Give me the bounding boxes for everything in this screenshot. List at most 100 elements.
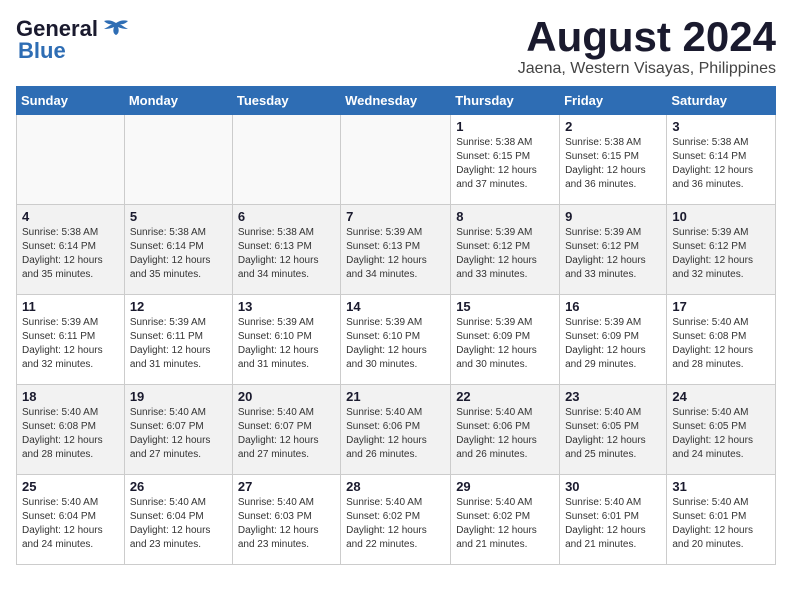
col-header-friday: Friday — [560, 87, 667, 115]
logo-bird-icon — [102, 19, 130, 39]
day-info: Sunrise: 5:39 AM Sunset: 6:10 PM Dayligh… — [346, 316, 445, 372]
day-number: 28 — [346, 479, 445, 494]
day-cell: 31 Sunrise: 5:40 AM Sunset: 6:01 PM Dayli… — [667, 475, 776, 565]
day-cell: 9Sunrise: 5:39 AM Sunset: 6:12 PM Daylig… — [560, 205, 667, 295]
day-info: Sunrise: 5:40 AM Sunset: 6:02 PM Dayligh… — [346, 496, 445, 552]
col-header-tuesday: Tuesday — [232, 87, 340, 115]
day-number: 27 — [238, 479, 335, 494]
day-number: 22 — [456, 389, 554, 404]
calendar-table: SundayMondayTuesdayWednesdayThursdayFrid… — [16, 86, 776, 565]
day-info: Sunrise: 5:39 AM Sunset: 6:10 PM Dayligh… — [238, 316, 335, 372]
day-number: 31 — [672, 479, 770, 494]
day-number: 16 — [565, 299, 661, 314]
col-header-monday: Monday — [124, 87, 232, 115]
day-cell: 3 Sunrise: 5:38 AM Sunset: 6:14 PM Daylig… — [667, 115, 776, 205]
week-row-5: 25 Sunrise: 5:40 AM Sunset: 6:04 PM Dayli… — [17, 475, 776, 565]
day-info: Sunrise: 5:38 AM Sunset: 6:14 PM Dayligh… — [672, 136, 770, 192]
day-info: Sunrise: 5:38 AM Sunset: 6:15 PM Dayligh… — [456, 136, 554, 192]
day-number: 11 — [22, 299, 119, 314]
day-number: 30 — [565, 479, 661, 494]
day-info: Sunrise: 5:40 AM Sunset: 6:08 PM Dayligh… — [672, 316, 770, 372]
day-number: 4 — [22, 209, 119, 224]
day-cell: 23 Sunrise: 5:40 AM Sunset: 6:05 PM Dayli… — [560, 385, 667, 475]
day-info: Sunrise: 5:39 AM Sunset: 6:12 PM Dayligh… — [456, 226, 554, 282]
day-number: 12 — [130, 299, 227, 314]
day-number: 23 — [565, 389, 661, 404]
day-cell: 8Sunrise: 5:39 AM Sunset: 6:12 PM Daylig… — [451, 205, 560, 295]
col-header-saturday: Saturday — [667, 87, 776, 115]
day-cell: 26 Sunrise: 5:40 AM Sunset: 6:04 PM Dayli… — [124, 475, 232, 565]
week-row-4: 18Sunrise: 5:40 AM Sunset: 6:08 PM Dayli… — [17, 385, 776, 475]
day-number: 10 — [672, 209, 770, 224]
day-info: Sunrise: 5:40 AM Sunset: 6:04 PM Dayligh… — [130, 496, 227, 552]
day-number: 2 — [565, 119, 661, 134]
day-cell — [124, 115, 232, 205]
day-cell: 1Sunrise: 5:38 AM Sunset: 6:15 PM Daylig… — [451, 115, 560, 205]
day-number: 20 — [238, 389, 335, 404]
day-number: 26 — [130, 479, 227, 494]
day-number: 25 — [22, 479, 119, 494]
day-cell: 27 Sunrise: 5:40 AM Sunset: 6:03 PM Dayli… — [232, 475, 340, 565]
day-cell: 29 Sunrise: 5:40 AM Sunset: 6:02 PM Dayli… — [451, 475, 560, 565]
day-cell: 24Sunrise: 5:40 AM Sunset: 6:05 PM Dayli… — [667, 385, 776, 475]
day-info: Sunrise: 5:40 AM Sunset: 6:02 PM Dayligh… — [456, 496, 554, 552]
day-cell — [17, 115, 125, 205]
day-cell: 18Sunrise: 5:40 AM Sunset: 6:08 PM Dayli… — [17, 385, 125, 475]
day-cell: 12Sunrise: 5:39 AM Sunset: 6:11 PM Dayli… — [124, 295, 232, 385]
day-number: 5 — [130, 209, 227, 224]
day-cell: 17 Sunrise: 5:40 AM Sunset: 6:08 PM Dayli… — [667, 295, 776, 385]
day-info: Sunrise: 5:38 AM Sunset: 6:14 PM Dayligh… — [130, 226, 227, 282]
location: Jaena, Western Visayas, Philippines — [518, 60, 776, 78]
day-cell — [341, 115, 451, 205]
day-cell: 22Sunrise: 5:40 AM Sunset: 6:06 PM Dayli… — [451, 385, 560, 475]
day-cell: 19 Sunrise: 5:40 AM Sunset: 6:07 PM Dayli… — [124, 385, 232, 475]
week-row-1: 1Sunrise: 5:38 AM Sunset: 6:15 PM Daylig… — [17, 115, 776, 205]
day-cell: 25 Sunrise: 5:40 AM Sunset: 6:04 PM Dayli… — [17, 475, 125, 565]
day-info: Sunrise: 5:40 AM Sunset: 6:05 PM Dayligh… — [565, 406, 661, 462]
day-cell: 30 Sunrise: 5:40 AM Sunset: 6:01 PM Dayli… — [560, 475, 667, 565]
day-info: Sunrise: 5:38 AM Sunset: 6:15 PM Dayligh… — [565, 136, 661, 192]
day-cell: 15 Sunrise: 5:39 AM Sunset: 6:09 PM Dayli… — [451, 295, 560, 385]
day-cell: 5 Sunrise: 5:38 AM Sunset: 6:14 PM Daylig… — [124, 205, 232, 295]
day-info: Sunrise: 5:40 AM Sunset: 6:04 PM Dayligh… — [22, 496, 119, 552]
day-cell: 21Sunrise: 5:40 AM Sunset: 6:06 PM Dayli… — [341, 385, 451, 475]
day-number: 3 — [672, 119, 770, 134]
logo-text-blue: Blue — [16, 38, 66, 64]
header-row: SundayMondayTuesdayWednesdayThursdayFrid… — [17, 87, 776, 115]
week-row-2: 4 Sunrise: 5:38 AM Sunset: 6:14 PM Daylig… — [17, 205, 776, 295]
day-number: 7 — [346, 209, 445, 224]
day-cell: 2 Sunrise: 5:38 AM Sunset: 6:15 PM Daylig… — [560, 115, 667, 205]
day-info: Sunrise: 5:39 AM Sunset: 6:13 PM Dayligh… — [346, 226, 445, 282]
day-number: 24 — [672, 389, 770, 404]
day-cell: 28 Sunrise: 5:40 AM Sunset: 6:02 PM Dayli… — [341, 475, 451, 565]
col-header-wednesday: Wednesday — [341, 87, 451, 115]
day-info: Sunrise: 5:39 AM Sunset: 6:09 PM Dayligh… — [456, 316, 554, 372]
day-info: Sunrise: 5:38 AM Sunset: 6:13 PM Dayligh… — [238, 226, 335, 282]
day-number: 19 — [130, 389, 227, 404]
day-info: Sunrise: 5:40 AM Sunset: 6:07 PM Dayligh… — [130, 406, 227, 462]
day-cell — [232, 115, 340, 205]
month-title: August 2024 — [518, 16, 776, 58]
day-info: Sunrise: 5:38 AM Sunset: 6:14 PM Dayligh… — [22, 226, 119, 282]
day-cell: 20 Sunrise: 5:40 AM Sunset: 6:07 PM Dayli… — [232, 385, 340, 475]
day-cell: 16 Sunrise: 5:39 AM Sunset: 6:09 PM Dayli… — [560, 295, 667, 385]
day-info: Sunrise: 5:40 AM Sunset: 6:07 PM Dayligh… — [238, 406, 335, 462]
col-header-thursday: Thursday — [451, 87, 560, 115]
day-info: Sunrise: 5:39 AM Sunset: 6:09 PM Dayligh… — [565, 316, 661, 372]
day-number: 17 — [672, 299, 770, 314]
day-info: Sunrise: 5:39 AM Sunset: 6:11 PM Dayligh… — [22, 316, 119, 372]
day-cell: 6 Sunrise: 5:38 AM Sunset: 6:13 PM Daylig… — [232, 205, 340, 295]
day-number: 9 — [565, 209, 661, 224]
day-number: 21 — [346, 389, 445, 404]
logo: General Blue — [16, 16, 130, 64]
day-number: 6 — [238, 209, 335, 224]
day-info: Sunrise: 5:40 AM Sunset: 6:03 PM Dayligh… — [238, 496, 335, 552]
day-number: 14 — [346, 299, 445, 314]
day-cell: 7 Sunrise: 5:39 AM Sunset: 6:13 PM Daylig… — [341, 205, 451, 295]
week-row-3: 11 Sunrise: 5:39 AM Sunset: 6:11 PM Dayli… — [17, 295, 776, 385]
day-info: Sunrise: 5:40 AM Sunset: 6:01 PM Dayligh… — [672, 496, 770, 552]
day-cell: 14 Sunrise: 5:39 AM Sunset: 6:10 PM Dayli… — [341, 295, 451, 385]
day-info: Sunrise: 5:40 AM Sunset: 6:01 PM Dayligh… — [565, 496, 661, 552]
day-number: 29 — [456, 479, 554, 494]
day-number: 15 — [456, 299, 554, 314]
